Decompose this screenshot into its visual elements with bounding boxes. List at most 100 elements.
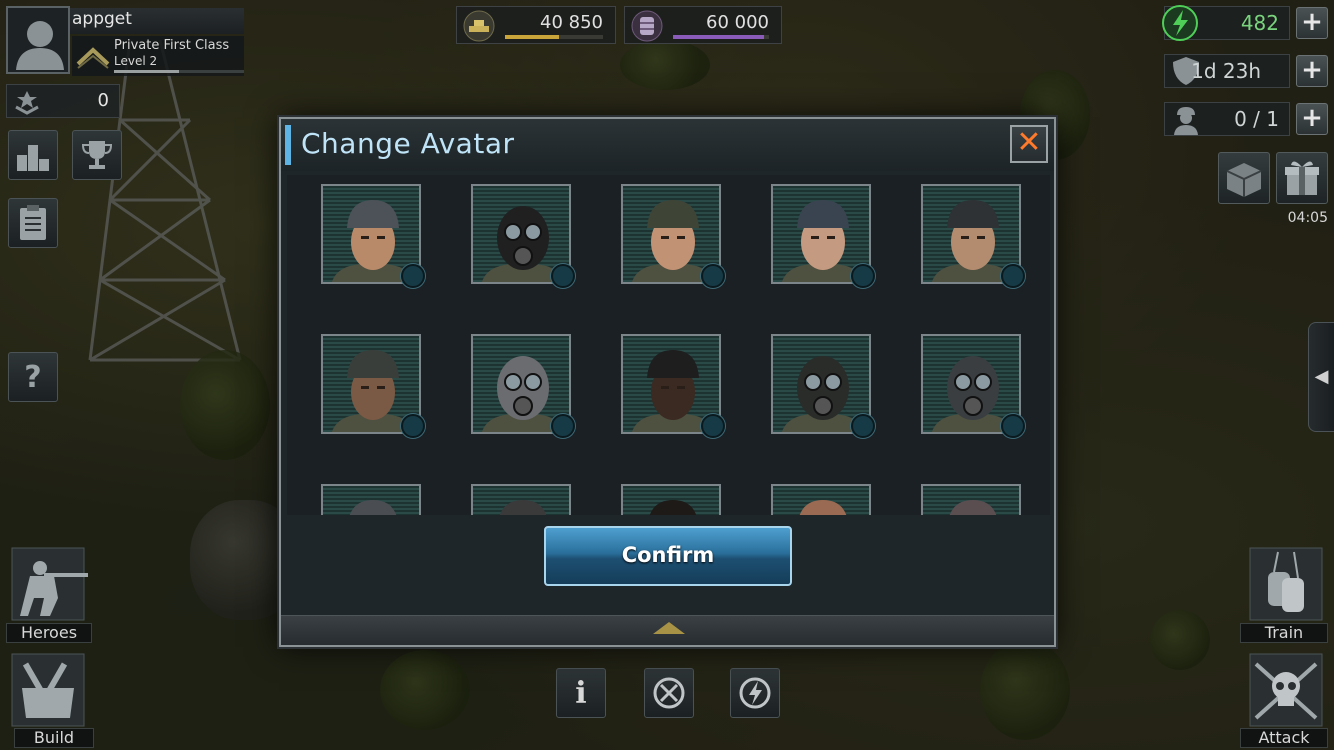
heroes-button[interactable]	[10, 546, 88, 622]
add-shield-button[interactable]: +	[1296, 55, 1328, 87]
footer-arrow-icon	[653, 622, 685, 634]
change-avatar-dialog: Change Avatar ✕ Confirm	[279, 117, 1056, 647]
attack-button[interactable]	[1248, 652, 1323, 728]
plus-icon: +	[1301, 103, 1323, 133]
player-name: appget	[70, 8, 244, 34]
skull-crossed-rifles-icon	[1249, 653, 1323, 727]
selection-indicator[interactable]	[851, 264, 875, 288]
energy-icon	[1162, 5, 1198, 41]
cancel-move-button[interactable]	[644, 668, 694, 718]
portrait-graphic	[499, 500, 547, 515]
selection-indicator[interactable]	[401, 264, 425, 288]
shield-value: 1d 23h	[1191, 59, 1261, 83]
heroes-label: Heroes	[6, 623, 92, 643]
expand-side-panel-tab[interactable]: ◀	[1308, 322, 1334, 432]
selection-indicator[interactable]	[701, 264, 725, 288]
selection-indicator[interactable]	[1001, 414, 1025, 438]
info-icon: i	[575, 675, 587, 711]
close-button[interactable]: ✕	[1010, 125, 1048, 163]
medals-value: 0	[97, 90, 109, 111]
title-accent-bar	[285, 125, 291, 165]
gift-timer: 04:05	[1287, 210, 1328, 226]
portrait-graphic	[949, 500, 997, 515]
energy-counter[interactable]: 482	[1162, 5, 1290, 41]
chevron-left-icon: ◀	[1314, 366, 1329, 387]
xp-progress-bar	[114, 70, 244, 73]
player-profile[interactable]: appget Private First Class Level 2	[6, 6, 244, 76]
selection-indicator[interactable]	[851, 414, 875, 438]
help-button[interactable]: ?	[8, 352, 58, 402]
trophy-icon	[81, 141, 113, 169]
builders-value: 0 / 1	[1234, 107, 1279, 131]
rank-chevron-icon	[76, 47, 110, 69]
level-text: Level 2	[114, 54, 158, 68]
shield-timer[interactable]: 1d 23h	[1164, 54, 1290, 88]
gold-bars-icon	[463, 10, 495, 42]
gold-capacity-fill	[505, 35, 559, 39]
close-x-icon: ✕	[1016, 125, 1042, 160]
train-label: Train	[1240, 623, 1328, 643]
supply-crate-button[interactable]	[1218, 152, 1270, 204]
avatar[interactable]	[6, 6, 70, 74]
avatar-option-partial-3[interactable]	[621, 484, 721, 515]
build-label: Build	[14, 728, 94, 748]
builder-icon	[1174, 107, 1198, 135]
question-icon: ?	[24, 359, 42, 395]
builders-counter[interactable]: 0 / 1	[1164, 102, 1290, 136]
rank-panel: Private First Class Level 2	[72, 36, 244, 76]
gold-capacity-bar	[505, 35, 603, 39]
missions-button[interactable]	[8, 198, 58, 248]
avatar-option-partial-2[interactable]	[471, 484, 571, 515]
soldier-aiming-icon	[11, 547, 88, 621]
portrait-graphic	[349, 500, 397, 515]
rank-title: Private First Class	[114, 38, 230, 53]
oil-capacity-fill	[673, 35, 765, 39]
oil-value: 60 000	[706, 12, 769, 33]
crate-icon	[1226, 163, 1262, 197]
portrait-graphic	[799, 500, 847, 515]
lightning-icon	[739, 677, 771, 709]
podium-icon	[17, 145, 49, 171]
avatar-option-partial-1[interactable]	[321, 484, 421, 515]
medals-counter[interactable]: 0	[6, 84, 120, 118]
avatar-option-partial-5[interactable]	[921, 484, 1021, 515]
oil-barrel-icon	[631, 10, 663, 42]
dialog-title: Change Avatar	[301, 127, 515, 160]
energy-value: 482	[1240, 11, 1279, 35]
plus-icon: +	[1301, 7, 1323, 37]
info-button[interactable]: i	[556, 668, 606, 718]
confirm-button[interactable]: Confirm	[544, 526, 792, 586]
clipboard-icon	[20, 205, 46, 240]
add-builder-button[interactable]: +	[1296, 103, 1328, 135]
plus-icon: +	[1301, 55, 1323, 85]
oil-resource[interactable]: 60 000	[624, 6, 782, 44]
gift-button[interactable]	[1276, 152, 1328, 204]
gold-resource[interactable]: 40 850	[456, 6, 616, 44]
avatar-option-partial-4[interactable]	[771, 484, 871, 515]
selection-indicator[interactable]	[551, 264, 575, 288]
achievements-button[interactable]	[72, 130, 122, 180]
silhouette-icon	[16, 21, 64, 70]
gold-value: 40 850	[540, 12, 603, 33]
attack-label: Attack	[1240, 728, 1328, 748]
toolbox-icon	[11, 653, 85, 727]
selection-indicator[interactable]	[1001, 264, 1025, 288]
dialog-header: Change Avatar ✕	[281, 119, 1054, 171]
xp-progress-fill	[114, 70, 179, 73]
selection-indicator[interactable]	[401, 414, 425, 438]
leaderboard-button[interactable]	[8, 130, 58, 180]
crossed-circle-icon	[653, 677, 685, 709]
medal-stack-icon	[15, 91, 39, 115]
dialog-footer	[281, 615, 1054, 645]
selection-indicator[interactable]	[701, 414, 725, 438]
dog-tags-icon	[1249, 547, 1323, 621]
avatar-grid[interactable]	[287, 175, 1050, 515]
gift-icon	[1285, 161, 1319, 195]
build-button[interactable]	[10, 652, 85, 728]
oil-capacity-bar	[673, 35, 769, 39]
boost-button[interactable]	[730, 668, 780, 718]
add-energy-button[interactable]: +	[1296, 7, 1328, 39]
train-button[interactable]	[1248, 546, 1323, 622]
portrait-graphic	[649, 500, 697, 515]
selection-indicator[interactable]	[551, 414, 575, 438]
